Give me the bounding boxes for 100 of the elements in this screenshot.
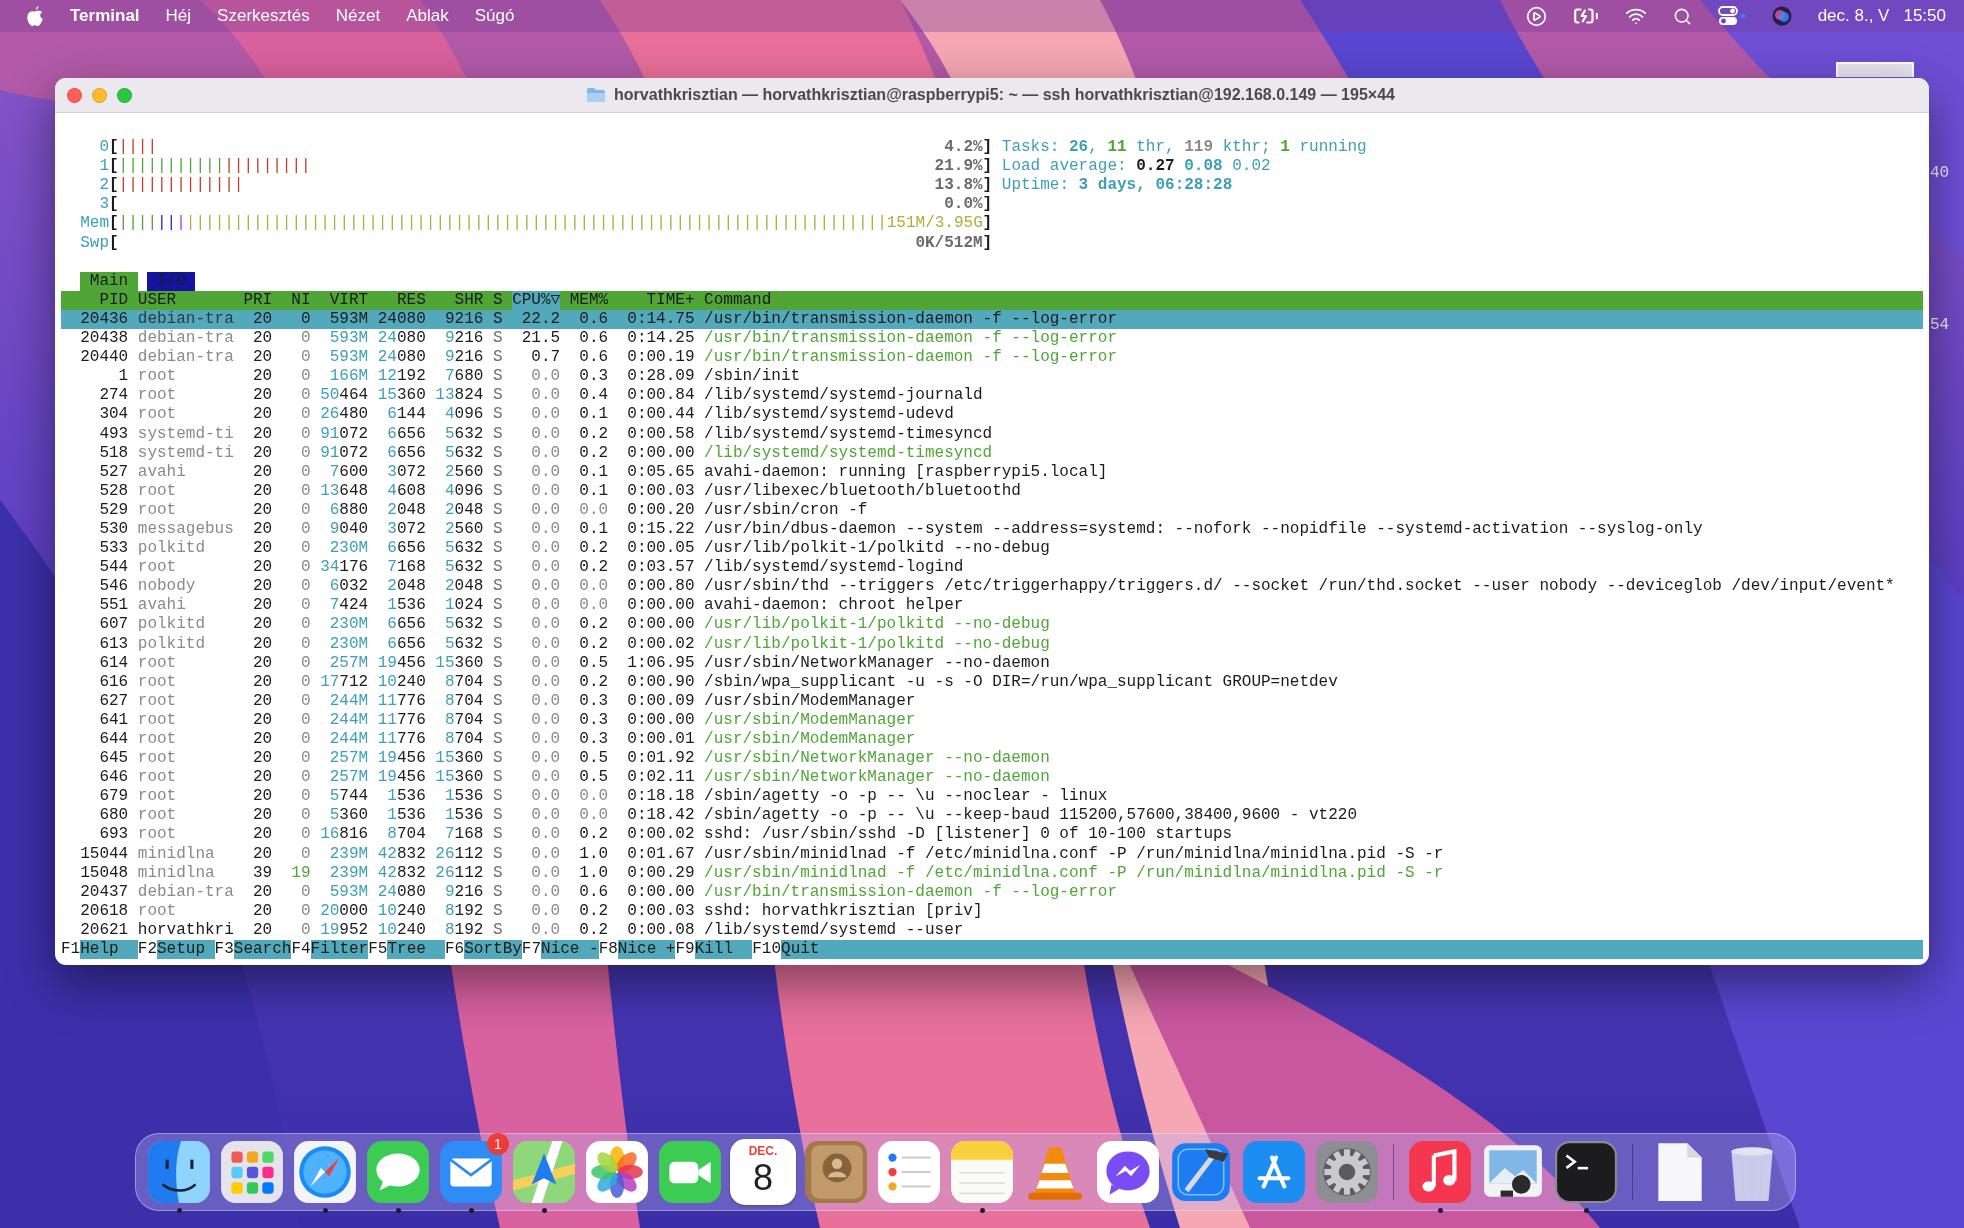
chat-bubble-icon: [365, 1139, 431, 1205]
process-row[interactable]: 529 root 20 0 6880 2048 2048 S 0.0 0.0 0:00.20 /usr/sbin/cron -f: [61, 500, 1923, 520]
compass-icon: [292, 1139, 358, 1205]
column-header[interactable]: CPU%▽: [512, 290, 561, 310]
memory-percent: 0.1: [578, 405, 609, 425]
process-row[interactable]: 533 polkitd 20 0 230M 6656 5632 S 0.0 0.2 0:00.05 /usr/lib/polkit-1/polkitd --no-debug: [61, 539, 1923, 559]
column-header[interactable]: RES: [377, 290, 426, 310]
process-row[interactable]: 614 root 20 0 257M 19456 15360 S 0.0 0.5 1:06.95 /usr/sbin/NetworkManager --no-daemon: [61, 653, 1923, 673]
shared-memory-value: 4096: [443, 405, 484, 425]
cpu-time: 0:00.00: [626, 615, 695, 635]
process-row[interactable]: 15048 minidlna 39 19 239M 42832 26112 S 0.0 1.0 0:00.29 /usr/sbin/minidlnad -f /etc/minidlna.conf -P /run/minidlna/minidlna.pid -S -r: [61, 863, 1923, 883]
shared-memory-value: 15360: [435, 653, 484, 673]
screen-tab[interactable]: Main: [80, 271, 138, 291]
column-header[interactable]: PRI: [243, 290, 273, 310]
menu-item[interactable]: Ablak: [406, 6, 449, 26]
priority-value: 20: [251, 768, 273, 788]
apple-menu-icon[interactable]: [26, 5, 44, 27]
usage-meter: 3[ 0.0%]: [98, 195, 993, 215]
column-header[interactable]: MEM%: [560, 290, 609, 310]
process-row[interactable]: 645 root 20 0 257M 19456 15360 S 0.0 0.5 0:01.92 /usr/sbin/NetworkManager --no-daemon: [61, 749, 1923, 769]
process-row[interactable]: 1 root 20 0 166M 12192 7680 S 0.0 0.3 0:28.09 /sbin/init: [61, 367, 1923, 387]
shared-memory-value: 8704: [443, 730, 484, 750]
priority-value: 20: [251, 596, 273, 616]
process-row[interactable]: 20438 debian-tra 20 0 593M 24080 9216 S 21.5 0.6 0:14.25 /usr/bin/transmission-daemon -f --log-error: [61, 329, 1923, 349]
memory-percent: 0.2: [578, 539, 609, 559]
resident-memory-value: 6656: [386, 443, 426, 463]
column-header[interactable]: NI: [281, 290, 311, 310]
cpu-time: 0:14.75: [626, 309, 695, 330]
process-row[interactable]: 15044 minidlna 20 0 239M 42832 26112 S 0.0 1.0 0:01.67 /usr/sbin/minidlnad -f /etc/minidlna.conf -P /run/minidlna/minidlna.pid -S -r: [61, 844, 1923, 864]
process-row[interactable]: 551 avahi 20 0 7424 1536 1024 S 0.0 0.0 0:00.00 avahi-daemon: chroot helper: [61, 596, 1923, 616]
app-menu[interactable]: Terminal: [70, 6, 140, 26]
process-row[interactable]: 646 root 20 0 257M 19456 15360 S 0.0 0.5 0:02.11 /usr/sbin/NetworkManager --no-daemon: [61, 768, 1923, 788]
column-header[interactable]: TIME+: [617, 290, 695, 310]
process-row[interactable]: 616 root 20 0 17712 10240 8704 S 0.0 0.2 0:00.90 /sbin/wpa_supplicant -u -s -O DIR=/run/wpa_supplicant GROUP=netdev: [61, 672, 1923, 692]
cpu-percent: 0.0: [530, 882, 561, 902]
process-row[interactable]: 546 nobody 20 0 6032 2048 2048 S 0.0 0.0 0:00.80 /usr/sbin/thd --triggers /etc/triggerhappy/triggers.d/ --socket /run/thd.socket --user nobody --deviceglob /dev/input/event*: [61, 577, 1923, 597]
nice-value: 0: [299, 329, 311, 349]
priority-value: 20: [251, 806, 273, 826]
process-row[interactable]: 304 root 20 0 26480 6144 4096 S 0.0 0.1 0:00.44 /lib/systemd/systemd-udevd: [61, 405, 1923, 425]
column-header[interactable]: Command: [704, 290, 772, 310]
process-row[interactable]: 544 root 20 0 34176 7168 5632 S 0.0 0.2 0:03.57 /lib/systemd/systemd-logind: [61, 558, 1923, 578]
menu-item[interactable]: Szerkesztés: [217, 6, 310, 26]
process-row[interactable]: 20436 debian-tra 20 0 593M 24080 9216 S 22.2 0.6 0:14.75 /usr/bin/transmission-daemon -f --log-error: [61, 309, 1923, 330]
process-row[interactable]: 613 polkitd 20 0 230M 6656 5632 S 0.0 0.2 0:00.02 /usr/lib/polkit-1/polkitd --no-debug: [61, 634, 1923, 654]
menu-item[interactable]: Nézet: [335, 6, 381, 26]
virtual-memory-value: 230M: [328, 615, 369, 635]
column-header[interactable]: VIRT: [320, 290, 369, 310]
shared-memory-value: 26112: [435, 844, 484, 864]
cpu-percent: 0.0: [530, 749, 561, 769]
command-text: /usr/bin/transmission-daemon -f --log-error: [704, 309, 1117, 330]
column-header[interactable]: PID: [61, 290, 129, 310]
process-row[interactable]: 274 root 20 0 50464 15360 13824 S 0.0 0.4 0:00.84 /lib/systemd/systemd-journald: [61, 386, 1923, 406]
process-row[interactable]: 493 systemd-ti 20 0 91072 6656 5632 S 0.0 0.2 0:00.58 /lib/systemd/systemd-timesyncd: [61, 424, 1923, 444]
process-row[interactable]: 518 systemd-ti 20 0 91072 6656 5632 S 0.0 0.2 0:00.00 /lib/systemd/systemd-timesyncd: [61, 443, 1923, 463]
memory-percent: 0.2: [578, 634, 609, 654]
resident-memory-value: 11776: [377, 730, 426, 750]
column-header[interactable]: USER: [137, 290, 234, 310]
siri-icon[interactable]: [1771, 6, 1792, 26]
process-row[interactable]: 20618 root 20 0 20000 10240 8192 S 0.0 0.2 0:00.03 sshd: horvathkrisztian [priv]: [61, 901, 1923, 921]
process-row[interactable]: 680 root 20 0 5360 1536 1536 S 0.0 0.0 0:18.42 /sbin/agetty -o -p -- \u --keep-baud 115200,57600,38400,9600 - vt220: [61, 806, 1923, 826]
dock-app-button[interactable]: [146, 1139, 212, 1205]
process-row[interactable]: 627 root 20 0 244M 11776 8704 S 0.0 0.3 0:00.09 /usr/sbin/ModemManager: [61, 691, 1923, 711]
process-row[interactable]: 20437 debian-tra 20 0 593M 24080 9216 S 0.0 0.6 0:00.00 /usr/bin/transmission-daemon -f --log-error: [61, 882, 1923, 902]
command-text: /sbin/wpa_supplicant -u -s -O DIR=/run/wpa_supplicant GROUP=netdev: [704, 672, 1338, 692]
process-row[interactable]: 530 messagebus 20 0 9040 3072 2560 S 0.0 0.1 0:15.22 /usr/bin/dbus-daemon --system --address=systemd: --nofork --nopidfile --systemd-activation --syslog-only: [61, 519, 1923, 540]
process-row[interactable]: 20440 debian-tra 20 0 593M 24080 9216 S 0.7 0.6 0:00.19 /usr/bin/transmission-daemon -f --log-error: [61, 348, 1923, 368]
priority-value: 20: [251, 653, 273, 673]
cpu-percent: 0.0: [530, 558, 561, 578]
folder-icon: [586, 87, 607, 103]
window-thumbnail[interactable]: [1836, 62, 1914, 77]
dock-app-button[interactable]: DEC. 8: [730, 1139, 796, 1205]
process-row[interactable]: 527 avahi 20 0 7600 3072 2560 S 0.0 0.1 0:05.65 avahi-daemon: running [raspberrypi5.local]: [61, 462, 1923, 482]
nice-value: 0: [299, 749, 311, 769]
nice-value: 0: [299, 596, 311, 616]
process-row[interactable]: 607 polkitd 20 0 230M 6656 5632 S 0.0 0.2 0:00.00 /usr/lib/polkit-1/polkitd --no-debug: [61, 615, 1923, 635]
window-text: 40: [1930, 164, 1950, 184]
control-center-icon[interactable]: [1717, 6, 1746, 26]
process-row[interactable]: 644 root 20 0 244M 11776 8704 S 0.0 0.3 0:00.01 /usr/sbin/ModemManager: [61, 730, 1923, 750]
cpu-percent: 0.0: [530, 424, 561, 444]
process-id: 493: [98, 424, 129, 444]
menu-bar-clock[interactable]: 15:50: [1903, 6, 1946, 26]
process-row[interactable]: 641 root 20 0 244M 11776 8704 S 0.0 0.3 0:00.00 /usr/sbin/ModemManager: [61, 710, 1923, 730]
search-icon[interactable]: [1672, 6, 1692, 26]
menu-bar-date[interactable]: dec. 8., V: [1817, 6, 1890, 26]
dock-app-button[interactable]: [1553, 1139, 1619, 1205]
virtual-memory-value: 91072: [320, 424, 369, 444]
virtual-memory-value: 239M: [328, 844, 369, 864]
play-icon[interactable]: [1525, 5, 1547, 27]
process-row[interactable]: 20621 horvathkri 20 0 19952 10240 8192 S 0.0 0.2 0:00.08 /lib/systemd/systemd --user: [61, 920, 1923, 941]
close-button[interactable]: [67, 87, 82, 103]
launchpad-icon: [219, 1139, 285, 1205]
process-row[interactable]: 528 root 20 0 13648 4608 4096 S 0.0 0.1 0:00.03 /usr/libexec/bluetooth/bluetoothd: [61, 481, 1923, 501]
priority-value: 20: [251, 386, 273, 406]
process-row[interactable]: 693 root 20 0 16816 8704 7168 S 0.0 0.2 0:00.02 sshd: /usr/sbin/sshd -D [listener] 0 of 10-100 startups: [61, 825, 1923, 845]
menu-item[interactable]: Súgó: [474, 6, 515, 26]
process-row[interactable]: 679 root 20 0 5744 1536 1536 S 0.0 0.0 0:18.18 /sbin/agetty -o -p -- \u --noclear - linux: [61, 787, 1923, 807]
column-header[interactable]: S: [492, 290, 503, 310]
nice-value: 0: [299, 825, 311, 845]
column-header[interactable]: SHR: [435, 290, 484, 310]
menu-item[interactable]: Héj: [165, 6, 192, 26]
